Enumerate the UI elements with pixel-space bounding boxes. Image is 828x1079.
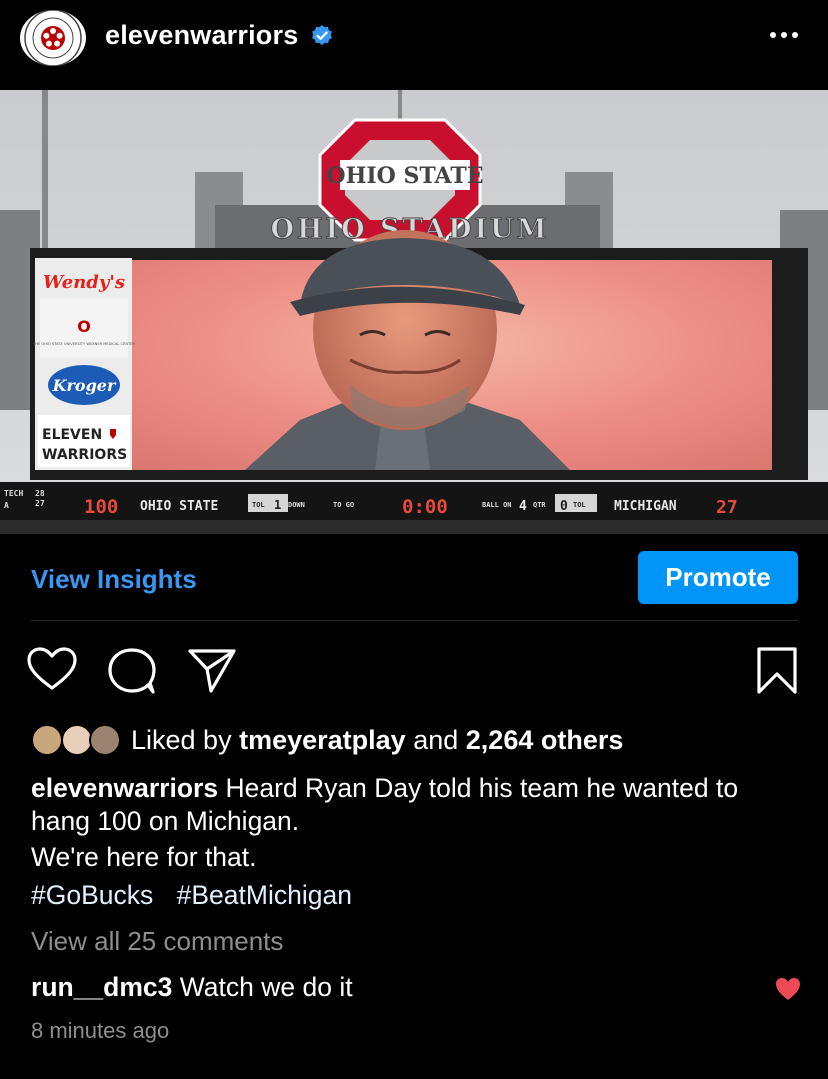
comment-bubble-icon[interactable] [106, 647, 158, 695]
hashtag-beatmichigan[interactable]: #BeatMichigan [177, 880, 352, 910]
svg-text:QTR: QTR [533, 501, 546, 509]
svg-text:4: 4 [519, 499, 527, 514]
comment-like-heart-icon[interactable] [775, 977, 801, 1001]
svg-text:DOWN: DOWN [288, 501, 305, 509]
svg-text:0:00: 0:00 [402, 496, 448, 518]
svg-text:OHIO STATE: OHIO STATE [140, 499, 218, 514]
svg-text:28: 28 [35, 489, 45, 498]
post-caption: elevenwarriors Heard Ryan Day told his t… [31, 772, 801, 838]
liker-username[interactable]: tmeyeratplay [239, 725, 406, 755]
svg-text:O: O [77, 317, 91, 336]
promote-button[interactable]: Promote [638, 551, 798, 604]
svg-text:MICHIGAN: MICHIGAN [614, 499, 677, 514]
svg-text:TECH: TECH [4, 489, 23, 498]
share-paper-plane-icon[interactable] [187, 647, 237, 693]
post-timestamp: 8 minutes ago [31, 1018, 170, 1043]
caption-username[interactable]: elevenwarriors [31, 773, 218, 803]
svg-text:THE OHIO STATE UNIVERSITY WEXN: THE OHIO STATE UNIVERSITY WEXNER MEDICAL… [32, 342, 135, 346]
save-bookmark-icon[interactable] [755, 646, 799, 696]
svg-text:0: 0 [560, 499, 568, 514]
comment-text: Watch we do it [179, 972, 353, 1002]
view-all-comments-link[interactable]: View all 25 comments [31, 926, 283, 957]
post-header: elevenwarriors [0, 0, 828, 90]
svg-text:1: 1 [274, 498, 281, 512]
svg-text:TOL: TOL [252, 501, 265, 509]
view-insights-link[interactable]: View Insights [31, 564, 197, 595]
svg-text:Kroger: Kroger [52, 376, 117, 395]
svg-text:TO GO: TO GO [333, 501, 354, 509]
svg-text:ELEVEN: ELEVEN [42, 427, 102, 443]
likes-count[interactable]: 2,264 others [466, 725, 624, 755]
comment-item: run__dmc3 Watch we do it [31, 972, 353, 1003]
caption-line-2: We're here for that. [31, 842, 257, 872]
hashtag-gobucks[interactable]: #GoBucks [31, 880, 153, 910]
svg-text:Wendy's: Wendy's [43, 272, 125, 293]
profile-avatar[interactable] [20, 10, 86, 66]
divider [30, 620, 798, 621]
likes-text: Liked by tmeyeratplay and 2,264 others [131, 724, 624, 755]
svg-text:27: 27 [716, 497, 738, 518]
like-heart-icon[interactable] [27, 647, 77, 691]
svg-text:TOL: TOL [573, 501, 586, 509]
post-username[interactable]: elevenwarriors [105, 20, 298, 51]
likes-row[interactable]: Liked by tmeyeratplay and 2,264 others [31, 720, 623, 760]
liker-avatar [31, 724, 63, 756]
more-options-icon[interactable] [764, 22, 804, 48]
hashtags: #GoBucks #BeatMichigan [31, 880, 368, 911]
post-image[interactable]: OHIO STATE OHIO STADIUM Wendy's O THE OH… [0, 90, 828, 534]
svg-text:OHIO STATE: OHIO STATE [326, 163, 483, 189]
stadium-scoreboard-photo: OHIO STATE OHIO STADIUM Wendy's O THE OH… [0, 90, 828, 534]
liker-avatars [31, 722, 123, 758]
liker-avatar [89, 724, 121, 756]
svg-text:BALL ON: BALL ON [482, 501, 512, 509]
eleven-warriors-seal-icon [24, 10, 82, 66]
comment-username[interactable]: run__dmc3 [31, 972, 172, 1002]
verified-badge-icon [312, 25, 332, 45]
svg-text:27: 27 [35, 499, 45, 508]
svg-text:WARRIORS: WARRIORS [42, 447, 127, 463]
svg-text:A: A [4, 501, 9, 510]
svg-text:100: 100 [84, 496, 118, 518]
